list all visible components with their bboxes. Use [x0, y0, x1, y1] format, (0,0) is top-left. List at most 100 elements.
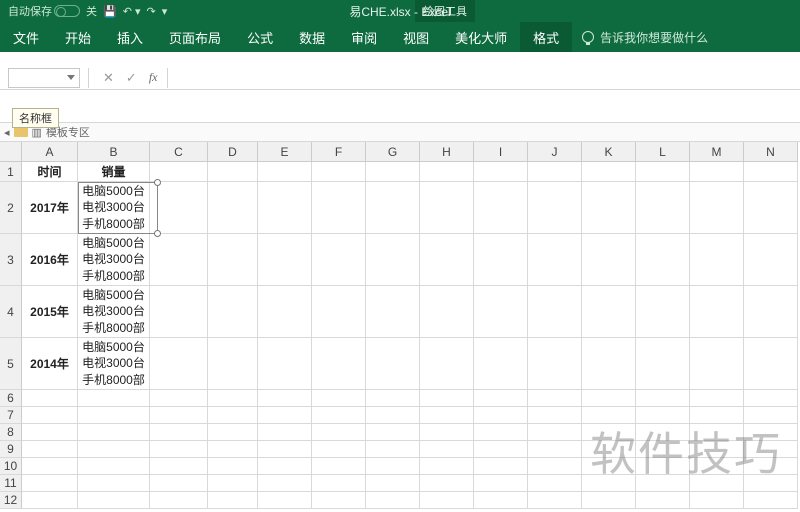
cell[interactable] — [78, 424, 150, 441]
cell[interactable] — [474, 286, 528, 338]
cell[interactable] — [22, 458, 78, 475]
column-header[interactable]: J — [528, 142, 582, 162]
cell[interactable] — [528, 286, 582, 338]
column-headers[interactable]: ABCDEFGHIJKLMN — [22, 142, 800, 162]
column-header[interactable]: H — [420, 142, 474, 162]
cell[interactable] — [636, 390, 690, 407]
cell[interactable] — [528, 458, 582, 475]
column-header[interactable]: A — [22, 142, 78, 162]
tab-file[interactable]: 文件 — [0, 22, 52, 52]
row-header[interactable]: 10 — [0, 458, 22, 475]
cell[interactable] — [690, 492, 744, 509]
cell[interactable] — [582, 390, 636, 407]
cell[interactable] — [582, 492, 636, 509]
row-header[interactable]: 8 — [0, 424, 22, 441]
cell[interactable] — [366, 338, 420, 390]
cell[interactable] — [312, 492, 366, 509]
cell[interactable] — [420, 407, 474, 424]
cell[interactable] — [312, 475, 366, 492]
cell[interactable] — [312, 338, 366, 390]
cell[interactable] — [420, 286, 474, 338]
cell[interactable] — [150, 182, 208, 234]
cell[interactable] — [258, 234, 312, 286]
row-header[interactable]: 11 — [0, 475, 22, 492]
cell[interactable] — [744, 424, 798, 441]
cell[interactable] — [690, 390, 744, 407]
cell[interactable] — [690, 458, 744, 475]
tab-data[interactable]: 数据 — [286, 22, 338, 52]
cell[interactable] — [582, 234, 636, 286]
cell[interactable] — [208, 424, 258, 441]
column-header[interactable]: M — [690, 142, 744, 162]
cell[interactable] — [208, 390, 258, 407]
cell[interactable]: 2017年 — [22, 182, 78, 234]
row-header[interactable]: 1 — [0, 162, 22, 182]
cell[interactable] — [366, 458, 420, 475]
cell[interactable] — [744, 338, 798, 390]
cell[interactable] — [366, 390, 420, 407]
cell[interactable] — [582, 286, 636, 338]
cell[interactable] — [690, 338, 744, 390]
cell[interactable] — [312, 441, 366, 458]
cell[interactable] — [258, 286, 312, 338]
cell[interactable] — [150, 424, 208, 441]
cell[interactable] — [528, 475, 582, 492]
cell[interactable] — [636, 424, 690, 441]
cell[interactable] — [420, 475, 474, 492]
cell[interactable] — [528, 441, 582, 458]
cell[interactable] — [690, 162, 744, 182]
cell[interactable] — [528, 407, 582, 424]
cell[interactable] — [474, 162, 528, 182]
cell[interactable] — [208, 492, 258, 509]
cell[interactable] — [582, 475, 636, 492]
cell[interactable] — [582, 338, 636, 390]
column-header[interactable]: K — [582, 142, 636, 162]
cell[interactable] — [528, 390, 582, 407]
cell[interactable] — [474, 424, 528, 441]
cell[interactable] — [636, 475, 690, 492]
cell[interactable] — [528, 182, 582, 234]
cell[interactable]: 2014年 — [22, 338, 78, 390]
cell[interactable] — [78, 492, 150, 509]
cell[interactable] — [312, 407, 366, 424]
cell[interactable] — [22, 441, 78, 458]
cell[interactable] — [366, 162, 420, 182]
cell[interactable] — [150, 475, 208, 492]
cell[interactable] — [22, 407, 78, 424]
cell[interactable] — [636, 492, 690, 509]
cell[interactable] — [78, 475, 150, 492]
cell[interactable] — [312, 286, 366, 338]
cell[interactable] — [258, 182, 312, 234]
cell[interactable]: 电脑5000台 电视3000台 手机8000部 — [78, 234, 150, 286]
cell[interactable] — [78, 441, 150, 458]
row-header[interactable]: 4 — [0, 286, 22, 338]
cell[interactable] — [528, 424, 582, 441]
spreadsheet-grid[interactable]: ABCDEFGHIJKLMN 123456789101112 时间销量2017年… — [0, 142, 800, 512]
cell[interactable] — [366, 286, 420, 338]
name-box[interactable] — [8, 68, 80, 88]
cell[interactable] — [744, 390, 798, 407]
cell[interactable] — [208, 286, 258, 338]
cell[interactable] — [690, 234, 744, 286]
cell[interactable] — [744, 286, 798, 338]
cell[interactable] — [150, 441, 208, 458]
cell[interactable] — [474, 441, 528, 458]
cell[interactable] — [258, 338, 312, 390]
cell[interactable] — [420, 338, 474, 390]
template-bar[interactable]: ◂ ▥ 模板专区 — [0, 122, 800, 142]
arrow-left-icon[interactable]: ◂ — [4, 126, 10, 139]
cell[interactable] — [744, 407, 798, 424]
cell[interactable] — [150, 286, 208, 338]
select-all-corner[interactable] — [0, 142, 22, 162]
cell[interactable] — [258, 492, 312, 509]
cell[interactable] — [258, 162, 312, 182]
cell[interactable] — [208, 162, 258, 182]
confirm-entry-icon[interactable]: ✓ — [126, 70, 137, 86]
cell[interactable] — [312, 424, 366, 441]
cell[interactable] — [208, 458, 258, 475]
row-header[interactable]: 12 — [0, 492, 22, 509]
cell[interactable] — [366, 424, 420, 441]
cell[interactable] — [582, 424, 636, 441]
cell[interactable] — [528, 338, 582, 390]
cell[interactable] — [208, 234, 258, 286]
